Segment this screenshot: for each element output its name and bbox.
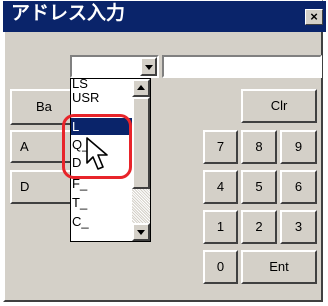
key-9-label: 9 (294, 139, 303, 154)
key-3[interactable]: 3 (280, 210, 317, 244)
chevron-down-icon (144, 64, 153, 70)
key-0[interactable]: 0 (203, 250, 238, 284)
key-3-label: 3 (294, 219, 303, 234)
mouse-pointer-icon (86, 137, 108, 170)
chevron-up-icon (137, 85, 145, 90)
address-field[interactable] (162, 55, 322, 78)
key-7-label: 7 (216, 139, 225, 154)
key-8[interactable]: 8 (241, 130, 277, 164)
key-4-label: 4 (216, 179, 225, 194)
key-7[interactable]: 7 (203, 130, 238, 164)
dropdown-item-t[interactable]: T_ (71, 194, 132, 211)
key-9[interactable]: 9 (280, 130, 317, 164)
key-1-label: 1 (216, 219, 225, 234)
dropdown-scrollbar-thumb[interactable] (132, 97, 150, 189)
clear-button[interactable]: Clr (241, 89, 317, 123)
device-combo-arrow-button[interactable] (140, 57, 157, 76)
key-2[interactable]: 2 (241, 210, 277, 244)
a-button-label: A (20, 139, 29, 154)
enter-button[interactable]: Ent (241, 250, 317, 284)
scroll-up-button[interactable] (132, 79, 150, 97)
dropdown-item-c[interactable]: C_ (71, 213, 132, 230)
key-5-label: 5 (255, 179, 263, 194)
dropdown-item-usr[interactable]: USR (71, 89, 132, 106)
window-title: アドレス入力 (11, 3, 126, 24)
key-1[interactable]: 1 (203, 210, 238, 244)
key-8-label: 8 (255, 139, 263, 154)
scroll-down-button[interactable] (132, 223, 150, 241)
key-6[interactable]: 6 (280, 170, 317, 204)
d-button-label: D (20, 179, 30, 194)
close-button[interactable]: × (305, 9, 323, 25)
key-5[interactable]: 5 (241, 170, 277, 204)
ba-button-label: Ba (36, 99, 52, 114)
chevron-down-icon (137, 230, 145, 235)
key-0-label: 0 (216, 259, 225, 274)
key-6-label: 6 (294, 179, 303, 194)
enter-button-label: Ent (269, 259, 289, 274)
key-2-label: 2 (255, 219, 263, 234)
clear-button-label: Clr (270, 98, 288, 113)
key-4[interactable]: 4 (203, 170, 238, 204)
